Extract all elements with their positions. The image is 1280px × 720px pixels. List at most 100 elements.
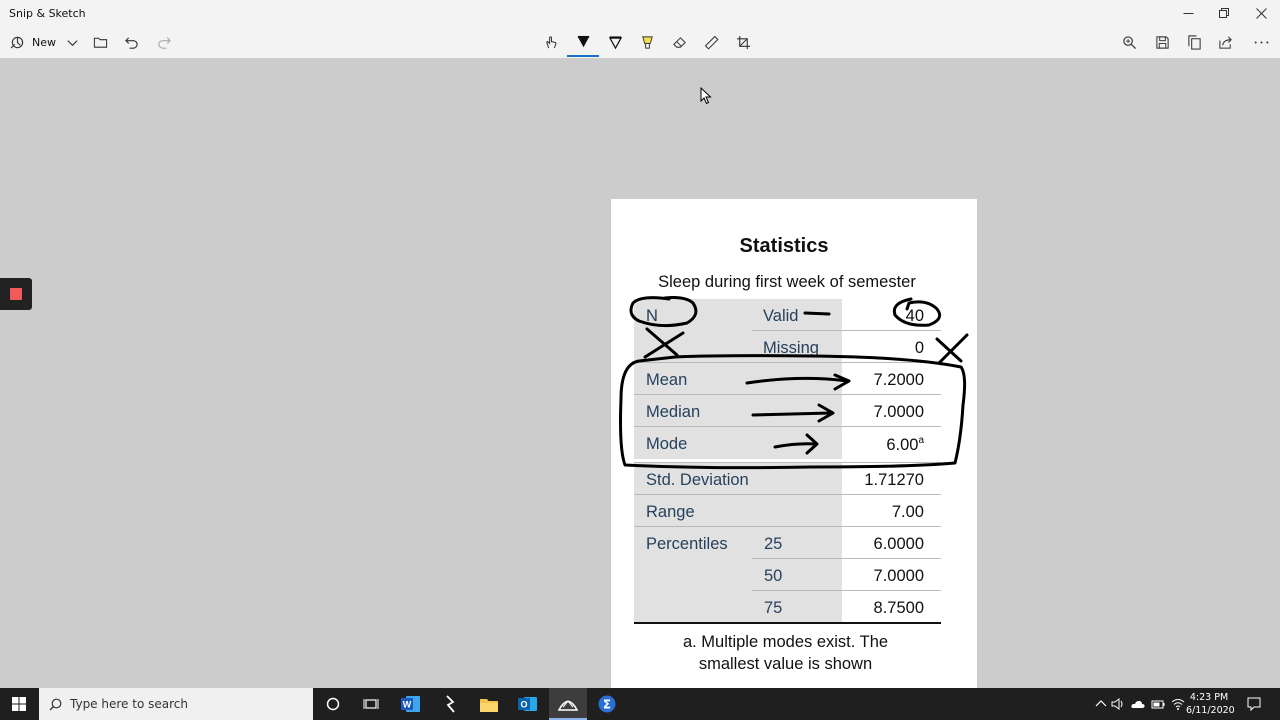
touch-writing-button[interactable] [543, 30, 559, 54]
windows-logo-icon [12, 697, 26, 711]
onedrive-icon[interactable] [1131, 697, 1145, 711]
redo-icon [157, 36, 171, 49]
highlighter-button[interactable] [639, 30, 655, 54]
clock-date: 6/11/2020 [1186, 705, 1235, 716]
minimize-button[interactable] [1170, 0, 1206, 26]
table-row: Mean 7.2000 [634, 363, 941, 395]
taskbar-sigma-app[interactable]: Σ [588, 688, 626, 720]
search-placeholder: Type here to search [70, 697, 188, 711]
ruler-button[interactable] [703, 30, 719, 54]
touch-writing-icon [545, 35, 556, 48]
eraser-button[interactable] [671, 30, 687, 54]
table-row: Missing 0 [634, 331, 941, 363]
close-icon [1255, 7, 1267, 19]
redo-button[interactable] [156, 30, 172, 54]
stop-icon [10, 288, 22, 300]
row-value: 7.0000 [873, 567, 924, 585]
row-value: 6.0000 [873, 535, 924, 553]
notification-icon[interactable] [1247, 697, 1261, 711]
task-view-icon [363, 699, 379, 709]
row-sublabel: 75 [764, 599, 783, 617]
taskbar: Type here to search W O Σ 4:23 PM 6/11/2… [0, 688, 1280, 720]
crop-icon [736, 35, 750, 49]
more-button[interactable] [1252, 30, 1270, 54]
search-icon [49, 698, 62, 710]
taskbar-outlook[interactable]: O [509, 688, 547, 720]
svg-text:O: O [520, 700, 527, 710]
crop-button[interactable] [735, 30, 751, 54]
table-row: N Valid 40 [634, 299, 941, 331]
cortana-button[interactable] [314, 688, 352, 720]
sigma-icon: Σ [598, 695, 616, 713]
zoom-button[interactable] [1121, 30, 1137, 54]
row-value: 1.71270 [864, 471, 924, 489]
new-snip-dropdown[interactable] [64, 30, 80, 54]
copy-button[interactable] [1186, 30, 1202, 54]
cortana-icon [326, 697, 340, 711]
zoom-icon [1122, 35, 1136, 49]
table-row: 75 8.7500 [634, 591, 941, 623]
row-label: Mean [646, 371, 688, 389]
mode-value: 6.00 [886, 436, 919, 454]
chevron-up-icon[interactable] [1094, 697, 1108, 711]
copy-icon [1187, 34, 1201, 50]
bolt-icon [446, 695, 455, 713]
row-label: Percentiles [646, 535, 728, 553]
battery-icon[interactable] [1151, 697, 1165, 711]
row-label: N [646, 307, 658, 325]
undo-icon [124, 36, 138, 49]
folder-icon [480, 698, 498, 712]
row-value: 6.00a [886, 435, 924, 455]
mouse-cursor-icon [700, 87, 712, 105]
table-row: Range 7.00 [634, 495, 941, 527]
canvas-area[interactable]: Statistics Sleep during first week of se… [0, 58, 1280, 688]
eraser-icon [672, 36, 686, 48]
row-sublabel: 25 [764, 535, 783, 553]
row-sublabel: Missing [763, 339, 819, 357]
ballpoint-pen-button[interactable] [575, 30, 591, 54]
row-label: Mode [646, 435, 688, 453]
taskbar-search[interactable]: Type here to search [39, 688, 313, 720]
outlook-icon: O [518, 697, 537, 711]
snip-sketch-icon [558, 700, 578, 711]
stats-title: Statistics [739, 235, 829, 257]
taskbar-snip-sketch[interactable] [549, 688, 587, 720]
active-tool-indicator [567, 55, 599, 57]
folder-icon [93, 37, 107, 48]
undo-button[interactable] [123, 30, 139, 54]
start-button[interactable] [0, 688, 38, 720]
task-view-button[interactable] [352, 688, 390, 720]
table-row: 50 7.0000 [634, 559, 941, 591]
ink-x-right-2 [937, 333, 969, 365]
system-clock[interactable]: 4:23 PM 6/11/2020 [1186, 691, 1235, 717]
more-icon [1254, 41, 1268, 43]
table-row: Median 7.0000 [634, 395, 941, 427]
row-label: Std. Deviation [646, 471, 749, 489]
footnote: a. Multiple modes exist. The smallest va… [611, 631, 960, 675]
table-bottom-rule [634, 622, 941, 624]
snip-image[interactable]: Statistics Sleep during first week of se… [611, 199, 977, 688]
taskbar-app-bolt[interactable] [431, 688, 469, 720]
open-file-button[interactable] [92, 30, 108, 54]
chevron-down-icon [66, 39, 78, 46]
taskbar-file-explorer[interactable] [470, 688, 508, 720]
new-snip-button[interactable]: New [10, 30, 56, 54]
volume-icon[interactable] [1111, 697, 1125, 711]
pencil-icon [608, 35, 622, 49]
row-value: 8.7500 [873, 599, 924, 617]
row-value: 40 [905, 307, 924, 325]
restore-icon [1218, 7, 1229, 18]
footnote-line-1: a. Multiple modes exist. The [682, 633, 889, 651]
restore-button[interactable] [1206, 0, 1242, 26]
taskbar-word[interactable]: W [392, 688, 430, 720]
share-button[interactable] [1217, 30, 1233, 54]
share-icon [1218, 36, 1232, 49]
record-button[interactable] [0, 278, 32, 310]
pencil-button[interactable] [607, 30, 623, 54]
wifi-icon[interactable] [1171, 697, 1185, 711]
new-snip-label: New [32, 35, 56, 49]
save-button[interactable] [1154, 30, 1170, 54]
close-button[interactable] [1243, 0, 1279, 26]
title-bar: Snip & Sketch [0, 0, 1280, 26]
row-value: 0 [914, 339, 924, 357]
